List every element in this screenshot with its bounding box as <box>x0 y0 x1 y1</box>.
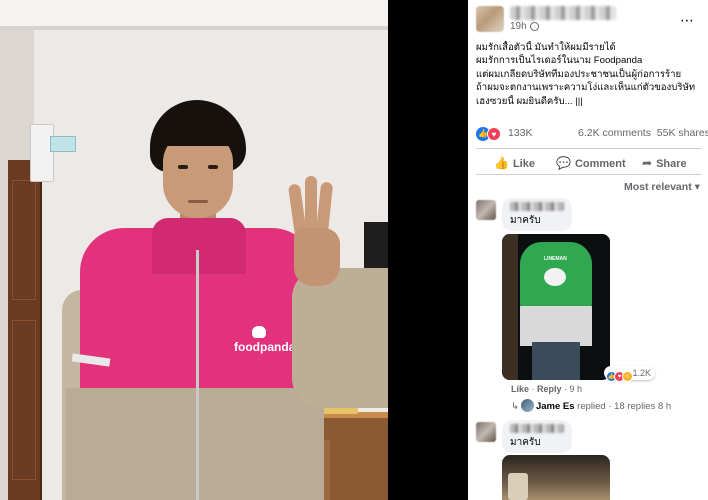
ceiling-edge <box>0 26 388 30</box>
view-replies-link[interactable]: ↳ Jame Es replied · 18 replies 8 h <box>511 399 671 412</box>
panda-icon <box>252 326 266 338</box>
comment-text: มาครับ <box>510 215 541 226</box>
replier-avatar <box>520 399 534 412</box>
divider <box>476 148 702 149</box>
comment-time[interactable]: 9 h <box>570 384 583 394</box>
eye <box>178 165 188 169</box>
post-timestamp[interactable]: 19h <box>510 21 527 32</box>
comments-shares-count[interactable]: 6.2K comments 55K shares <box>578 127 708 139</box>
commenter-avatar[interactable] <box>476 422 496 442</box>
comment-reactions[interactable]: 👍 ♥ ☺ 1.2K <box>604 366 656 382</box>
comment-image[interactable] <box>502 455 610 500</box>
like-icon: 👍 <box>494 156 509 170</box>
post-text-line: เฮงซวยนี้ ผมยินดีครับ... ||| <box>476 95 583 107</box>
door <box>8 160 42 500</box>
palm <box>294 228 340 286</box>
share-label: Share <box>656 158 687 170</box>
viewer-background <box>388 0 468 500</box>
mouth <box>188 200 208 203</box>
post-text: ผมรักเสื้อตัวนี้ มันทำให้ผมมีรายได้ ผมรั… <box>476 41 704 108</box>
post-sidebar: 19h ⋯ ผมรักเสื้อตัวนี้ มันทำให้ผมมีรายได… <box>468 0 708 500</box>
poster-avatar[interactable] <box>476 6 504 32</box>
post-text-line: ผมรักเสื้อตัวนี้ มันทำให้ผมมีรายได้ <box>476 42 616 53</box>
comment-text: มาครับ <box>510 437 541 448</box>
commenter-avatar[interactable] <box>476 200 496 220</box>
comment-count[interactable]: 6.2K comments <box>578 127 651 139</box>
jacket-zipper <box>196 250 199 500</box>
poster-name-blurred[interactable] <box>510 6 616 20</box>
comment-icon: 💬 <box>556 156 571 170</box>
jacket-collar <box>152 218 246 274</box>
post-text-line: ถ้าผมจะตกงานเพราะความโง่และเห็นแก่ตัวของ… <box>476 82 696 94</box>
comment-sort-dropdown[interactable]: Most relevant ▾ <box>624 181 700 193</box>
more-options-icon[interactable]: ⋯ <box>680 12 694 29</box>
jeans <box>532 342 580 380</box>
chevron-down-icon: ▾ <box>694 181 700 193</box>
reply-arrow-icon: ↳ <box>511 401 519 412</box>
door-panel <box>12 180 36 300</box>
like-label: Like <box>512 158 535 170</box>
love-reaction-icon: ♥ <box>487 127 501 141</box>
jacket-lower <box>520 306 592 346</box>
comment-bubble: มาครับ <box>502 198 572 231</box>
post-photo[interactable]: foodpanda <box>0 0 388 500</box>
fringe <box>158 112 240 146</box>
brand-text: foodpanda <box>234 340 296 354</box>
sort-label: Most relevant <box>624 181 692 193</box>
replies-text: replied · 18 replies <box>577 401 656 412</box>
post-text-line: แต่ผมเกลียดบริษัทที่มองประชาชนเป็นผู้ก่อ… <box>476 68 682 80</box>
jacket-lower <box>66 388 324 500</box>
lineman-logo <box>544 268 566 286</box>
replies-time: 8 h <box>657 401 672 412</box>
share-button[interactable]: ➦ Share <box>642 156 687 170</box>
image-detail <box>508 473 528 500</box>
share-icon: ➦ <box>642 156 653 170</box>
air-conditioner <box>30 124 54 182</box>
wall-sign <box>50 136 76 152</box>
three-finger-salute <box>287 176 340 294</box>
comment-reaction-count: 1.2K <box>632 368 652 378</box>
comment-like-link[interactable]: Like <box>511 384 529 394</box>
lineman-logo-text: LINEMAN <box>544 256 567 262</box>
comment-button[interactable]: 💬 Comment <box>556 156 626 170</box>
replier-name: Jame Es <box>535 401 575 412</box>
commenter-name-blurred[interactable] <box>510 202 564 211</box>
comment-image[interactable]: LINEMAN <box>502 234 610 380</box>
share-count[interactable]: 55K shares <box>657 127 708 139</box>
ceiling <box>0 0 388 26</box>
comment-bubble: มาครับ <box>502 420 572 453</box>
post-text-line: ผมรักการเป็นไรเดอร์ในนาม Foodpanda <box>476 55 643 67</box>
commenter-name-blurred[interactable] <box>510 424 564 433</box>
divider <box>476 174 702 175</box>
door-panel <box>12 320 36 480</box>
comment-reply-link[interactable]: Reply <box>537 384 562 394</box>
foodpanda-logo: foodpanda <box>234 326 295 354</box>
eye <box>208 165 218 169</box>
globe-icon <box>530 22 539 31</box>
comment-label: Comment <box>574 158 626 170</box>
haha-reaction-icon: ☺ <box>622 371 633 382</box>
image-wall <box>502 234 518 380</box>
like-button[interactable]: 👍 Like <box>494 156 535 170</box>
reaction-count[interactable]: 133K <box>508 127 533 139</box>
comment-meta: Like · Reply · 9 h <box>511 384 583 394</box>
